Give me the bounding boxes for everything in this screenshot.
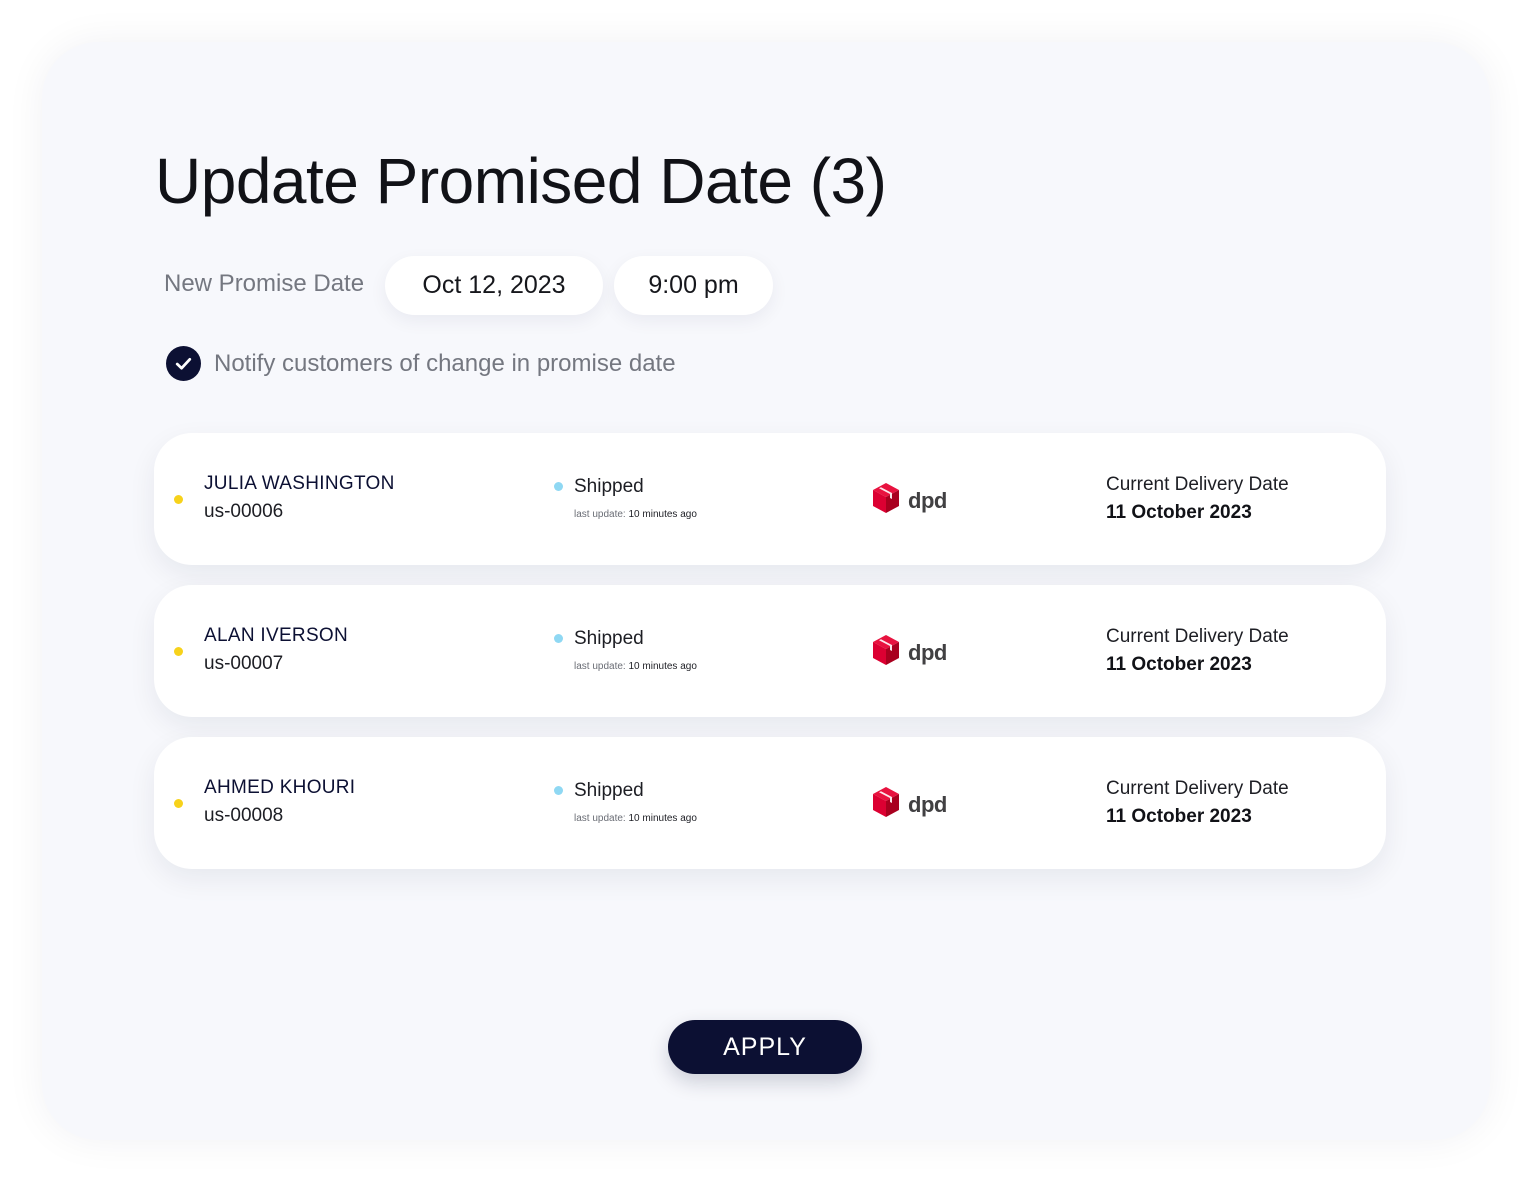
current-delivery-date-label: Current Delivery Date (1106, 626, 1289, 647)
carrier-logo: dpd (872, 482, 947, 519)
yellow-dot-icon (174, 495, 183, 504)
last-update-value: 10 minutes ago (628, 661, 697, 672)
promise-date-value: Oct 12, 2023 (422, 271, 566, 299)
order-id: us-00006 (204, 501, 284, 522)
order-row[interactable]: ALAN IVERSON us-00007 Shipped last updat… (154, 585, 1386, 717)
carrier-name: dpd (908, 791, 947, 817)
last-update-value: 10 minutes ago (628, 813, 697, 824)
order-id: us-00007 (204, 653, 284, 674)
promise-time-picker[interactable]: 9:00 pm (614, 256, 773, 315)
order-row[interactable]: AHMED KHOURI us-00008 Shipped last updat… (154, 737, 1386, 869)
order-row[interactable]: JULIA WASHINGTON us-00006 Shipped last u… (154, 433, 1386, 565)
customer-name: ALAN IVERSON (204, 625, 349, 646)
order-status: Shipped (574, 476, 644, 497)
carrier-name: dpd (908, 639, 947, 665)
light-blue-dot-icon (554, 482, 563, 491)
customer-name: JULIA WASHINGTON (204, 473, 395, 494)
yellow-dot-icon (174, 799, 183, 808)
order-status: Shipped (574, 780, 644, 801)
promise-date-picker[interactable]: Oct 12, 2023 (385, 256, 603, 315)
notify-customers-checkbox[interactable]: Notify customers of change in promise da… (166, 346, 676, 381)
last-update-label: last update: (574, 661, 626, 672)
last-update: last update: 10 minutes ago (574, 509, 697, 520)
promise-time-value: 9:00 pm (648, 271, 739, 299)
dpd-cube-icon (872, 786, 900, 823)
last-update-value: 10 minutes ago (628, 509, 697, 520)
light-blue-dot-icon (554, 634, 563, 643)
notify-customers-label: Notify customers of change in promise da… (214, 349, 676, 377)
current-delivery-date-label: Current Delivery Date (1106, 474, 1289, 495)
current-delivery-date: 11 October 2023 (1106, 654, 1252, 675)
current-delivery-date-label: Current Delivery Date (1106, 778, 1289, 799)
last-update: last update: 10 minutes ago (574, 661, 697, 672)
dpd-cube-icon (872, 482, 900, 519)
checkmark-circle-icon[interactable] (166, 346, 201, 381)
current-delivery-date: 11 October 2023 (1106, 806, 1252, 827)
last-update-label: last update: (574, 509, 626, 520)
order-id: us-00008 (204, 805, 284, 826)
order-status: Shipped (574, 628, 644, 649)
dialog-title: Update Promised Date (3) (155, 145, 887, 217)
yellow-dot-icon (174, 647, 183, 656)
update-promised-date-dialog: Update Promised Date (3) New Promise Dat… (42, 42, 1490, 1140)
carrier-logo: dpd (872, 786, 947, 823)
last-update-label: last update: (574, 813, 626, 824)
current-delivery-date: 11 October 2023 (1106, 502, 1252, 523)
carrier-name: dpd (908, 487, 947, 513)
carrier-logo: dpd (872, 634, 947, 671)
dpd-cube-icon (872, 634, 900, 671)
light-blue-dot-icon (554, 786, 563, 795)
new-promise-date-label: New Promise Date (164, 270, 365, 297)
last-update: last update: 10 minutes ago (574, 813, 697, 824)
customer-name: AHMED KHOURI (204, 777, 356, 798)
apply-button[interactable]: APPLY (668, 1020, 862, 1074)
